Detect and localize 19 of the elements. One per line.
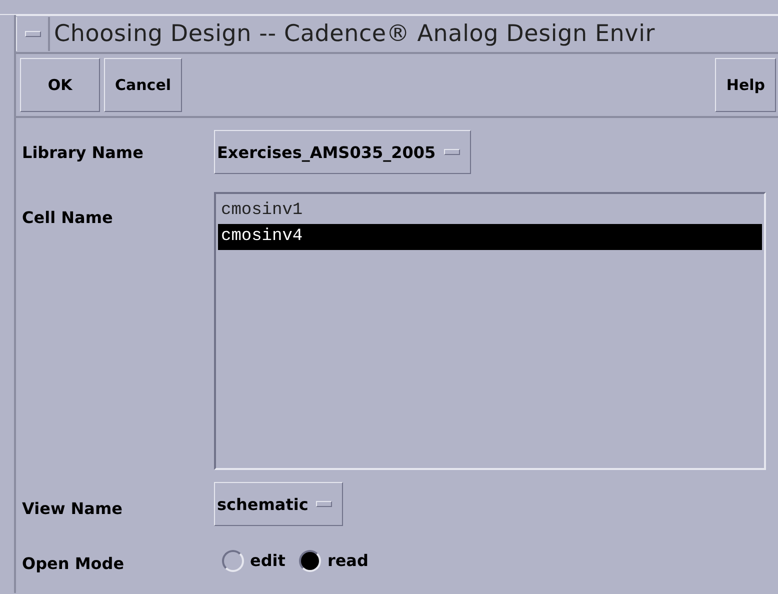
dropdown-icon [444,149,460,155]
window-menu-button[interactable] [16,17,50,51]
cell-list-item[interactable]: cmosinv4 [218,224,762,250]
radio-label[interactable]: read [327,551,368,570]
open-mode-label: Open Mode [21,553,126,573]
library-dropdown[interactable]: Exercises_AMS035_2005 [214,130,471,174]
ok-button[interactable]: OK [20,58,100,112]
view-name-label: View Name [21,498,124,518]
radio-label[interactable]: edit [250,551,286,570]
view-dropdown[interactable]: schematic [214,482,344,526]
cell-list-item[interactable]: cmosinv1 [218,198,762,224]
radio-button[interactable] [299,550,322,572]
library-name-label: Library Name [21,142,144,162]
cancel-button[interactable]: Cancel [104,58,182,112]
radio-button[interactable] [222,550,244,572]
cell-name-label: Cell Name [21,207,114,227]
help-button[interactable]: Help [715,58,776,112]
dropdown-icon [316,501,332,507]
window-title: Choosing Design -- Cadence® Analog Design Envir [53,21,656,47]
